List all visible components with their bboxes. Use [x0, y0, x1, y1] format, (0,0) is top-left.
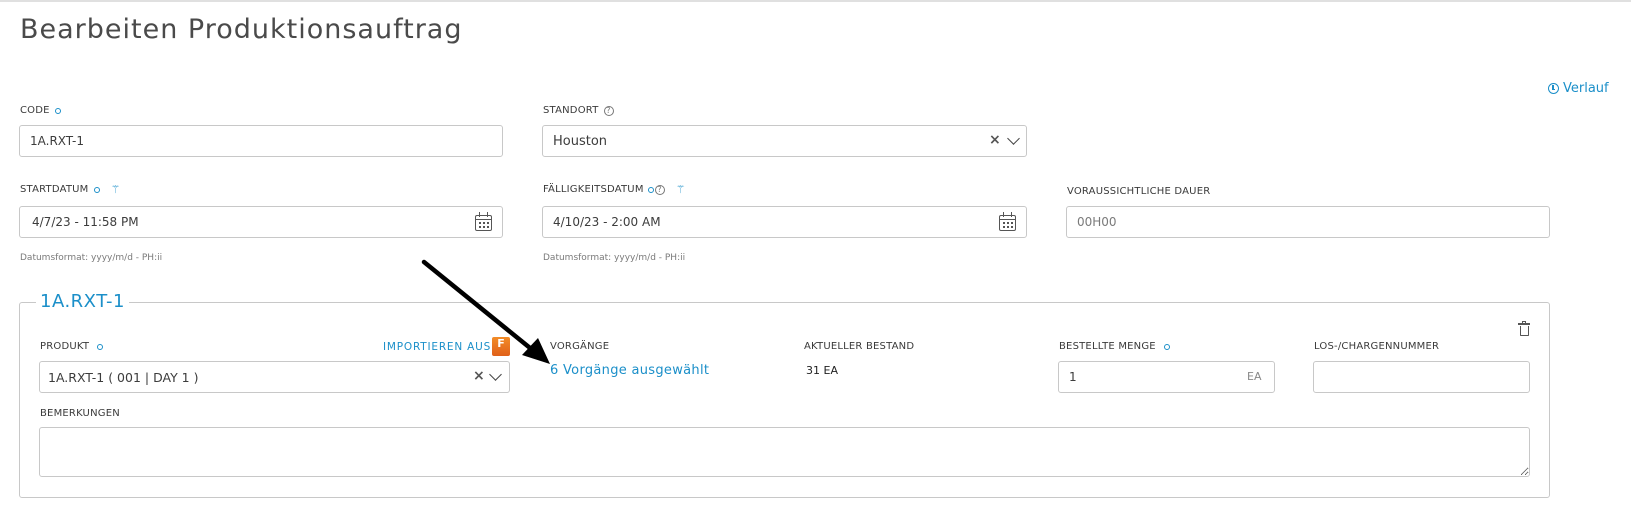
help-icon[interactable]: ?	[603, 105, 614, 116]
start-date-value: 4/7/23 - 11:58 PM	[32, 215, 139, 229]
duration-input[interactable]: 00H00	[1066, 206, 1550, 238]
start-date-label-text: STARTDATUM	[20, 184, 89, 195]
product-label-text: PRODUKT	[40, 341, 90, 352]
chevron-down-icon[interactable]	[1007, 132, 1020, 145]
wand-icon[interactable]: ⚚	[111, 183, 121, 196]
current-stock-label-text: AKTUELLER BESTAND	[804, 341, 915, 352]
current-stock-label: AKTUELLER BESTAND	[804, 341, 914, 352]
duration-label-text: VORAUSSICHTLICHE DAUER	[1067, 186, 1211, 197]
remarks-label: BEMERKUNGEN	[40, 408, 120, 419]
top-border	[0, 0, 1631, 2]
duration-label: VORAUSSICHTLICHE DAUER	[1067, 186, 1210, 197]
current-stock-value: 31 EA	[806, 364, 838, 377]
ordered-qty-input[interactable]: 1 EA	[1058, 361, 1275, 393]
required-icon	[1163, 343, 1170, 350]
remarks-textarea[interactable]	[39, 427, 1530, 477]
ordered-qty-label: BESTELLTE MENGE	[1059, 341, 1170, 352]
lot-number-label-text: LOS-/CHARGENNUMMER	[1314, 341, 1440, 352]
calendar-icon[interactable]	[475, 212, 492, 231]
trash-icon[interactable]	[1518, 321, 1530, 336]
remarks-label-text: BEMERKUNGEN	[40, 408, 120, 419]
due-date-label: FÄLLIGKEITSDATUM ? ⚚	[543, 183, 686, 196]
due-date-hint: Datumsformat: yyyy/m/d - PH:ii	[543, 253, 686, 263]
due-date-label-text: FÄLLIGKEITSDATUM	[543, 184, 644, 195]
start-date-label: STARTDATUM ⚚	[20, 183, 121, 196]
import-from-link[interactable]: IMPORTIEREN AUS	[383, 341, 491, 353]
operations-selected-link[interactable]: 6 Vorgänge ausgewählt	[550, 363, 709, 378]
fishbowl-icon[interactable]: F	[492, 337, 510, 356]
code-label: CODE	[20, 105, 61, 116]
product-label: PRODUKT	[40, 341, 104, 352]
start-date-hint: Datumsformat: yyyy/m/d - PH:ii	[20, 253, 163, 263]
ordered-qty-value: 1	[1069, 370, 1077, 384]
location-label: STANDORT ?	[543, 105, 614, 116]
location-select[interactable]: Houston ×	[542, 125, 1027, 157]
ordered-qty-label-text: BESTELLTE MENGE	[1059, 341, 1156, 352]
clear-icon[interactable]: ×	[989, 132, 1001, 148]
chevron-down-icon[interactable]	[489, 368, 502, 381]
history-link-label: Verlauf	[1563, 81, 1609, 96]
required-icon	[647, 186, 654, 193]
product-value: 1A.RXT-1 ( 001 | DAY 1 )	[48, 369, 199, 385]
history-link[interactable]: Verlauf	[1548, 81, 1609, 96]
start-date-input[interactable]: 4/7/23 - 11:58 PM	[19, 206, 503, 238]
location-label-text: STANDORT	[543, 105, 599, 116]
section-title: 1A.RXT-1	[36, 291, 129, 312]
product-select[interactable]: 1A.RXT-1 ( 001 | DAY 1 ) ×	[39, 361, 510, 393]
lot-number-input[interactable]	[1313, 361, 1530, 393]
wand-icon[interactable]: ⚚	[676, 183, 686, 196]
help-icon[interactable]: ?	[654, 184, 665, 195]
clock-icon	[1548, 83, 1559, 94]
due-date-input[interactable]: 4/10/23 - 2:00 AM	[542, 206, 1027, 238]
calendar-icon[interactable]	[999, 212, 1016, 231]
ordered-qty-unit: EA	[1247, 370, 1262, 383]
code-input[interactable]: 1A.RXT-1	[19, 125, 503, 157]
duration-placeholder: 00H00	[1077, 215, 1117, 229]
clear-icon[interactable]: ×	[473, 368, 485, 384]
page-title: Bearbeiten Produktionsauftrag	[20, 14, 463, 45]
operations-label: VORGÄNGE	[550, 341, 609, 352]
required-icon	[93, 186, 100, 193]
due-date-value: 4/10/23 - 2:00 AM	[553, 215, 661, 229]
lot-number-label: LOS-/CHARGENNUMMER	[1314, 341, 1439, 352]
required-icon	[54, 107, 61, 114]
code-value: 1A.RXT-1	[30, 134, 84, 148]
location-value: Houston	[553, 133, 608, 149]
required-icon	[97, 343, 104, 350]
operations-label-text: VORGÄNGE	[550, 341, 610, 352]
code-label-text: CODE	[20, 105, 50, 116]
